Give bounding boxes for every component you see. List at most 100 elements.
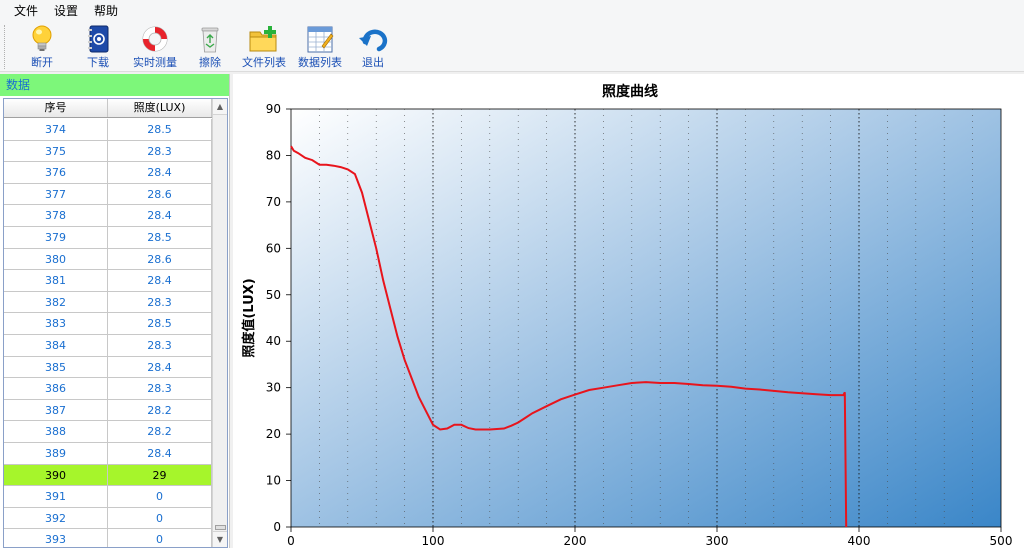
cell-illuminance: 28.3 bbox=[108, 334, 212, 356]
scroll-thumb[interactable] bbox=[215, 525, 226, 530]
cell-sequence: 393 bbox=[4, 529, 108, 547]
column-header-sequence[interactable]: 序号 bbox=[4, 99, 108, 117]
grid-header: 序号 照度(LUX) bbox=[4, 99, 227, 118]
cell-illuminance: 0 bbox=[108, 507, 212, 529]
cell-illuminance: 28.4 bbox=[108, 162, 212, 183]
table-row[interactable]: 391 0 bbox=[4, 486, 212, 508]
y-axis-label: 照度值(LUX) bbox=[241, 278, 257, 357]
data-list-button[interactable]: 数据列表 bbox=[292, 22, 348, 70]
cell-illuminance: 28.2 bbox=[108, 421, 212, 442]
cell-sequence: 383 bbox=[4, 313, 108, 334]
scroll-down-icon[interactable]: ▼ bbox=[213, 531, 227, 547]
table-row[interactable]: 384 28.3 bbox=[4, 334, 212, 357]
y-tick-label: 40 bbox=[266, 334, 281, 348]
cell-illuminance: 0 bbox=[108, 486, 212, 507]
y-tick-label: 90 bbox=[266, 102, 281, 116]
table-row[interactable]: 377 28.6 bbox=[4, 183, 212, 206]
table-row[interactable]: 393 0 bbox=[4, 529, 212, 547]
table-row[interactable]: 388 28.2 bbox=[4, 421, 212, 443]
cell-sequence: 390 bbox=[4, 464, 108, 486]
menu-help[interactable]: 帮助 bbox=[86, 0, 126, 22]
cell-illuminance: 29 bbox=[108, 464, 212, 486]
table-row[interactable]: 390 29 bbox=[4, 464, 212, 487]
vertical-scrollbar[interactable]: ▲ ▼ bbox=[212, 99, 227, 547]
table-row[interactable]: 380 28.6 bbox=[4, 248, 212, 271]
toolbar-grip[interactable] bbox=[4, 25, 10, 69]
cell-illuminance: 28.5 bbox=[108, 226, 212, 248]
data-panel: 数据 序号 照度(LUX) 374 28.5 375 28.3 376 28.4 377 28… bbox=[0, 74, 230, 548]
exit-label: 退出 bbox=[362, 56, 384, 69]
table-row[interactable]: 392 0 bbox=[4, 507, 212, 530]
cell-illuminance: 28.4 bbox=[108, 356, 212, 378]
cell-illuminance: 28.4 bbox=[108, 205, 212, 226]
table-row[interactable]: 376 28.4 bbox=[4, 162, 212, 184]
cell-sequence: 387 bbox=[4, 399, 108, 421]
cell-illuminance: 28.3 bbox=[108, 378, 212, 399]
file-list-label: 文件列表 bbox=[242, 56, 286, 69]
cell-sequence: 385 bbox=[4, 356, 108, 378]
cell-illuminance: 28.6 bbox=[108, 248, 212, 270]
table-row[interactable]: 379 28.5 bbox=[4, 226, 212, 249]
menu-bar: 文件 设置 帮助 bbox=[0, 0, 1024, 22]
file-list-button[interactable]: 文件列表 bbox=[236, 22, 292, 70]
cell-sequence: 382 bbox=[4, 291, 108, 313]
cell-sequence: 378 bbox=[4, 205, 108, 226]
download-button[interactable]: 下载 bbox=[70, 22, 126, 70]
cell-illuminance: 28.4 bbox=[108, 270, 212, 291]
y-tick-label: 30 bbox=[266, 381, 281, 395]
cell-sequence: 381 bbox=[4, 270, 108, 291]
cell-sequence: 376 bbox=[4, 162, 108, 183]
cell-illuminance: 28.5 bbox=[108, 313, 212, 334]
y-tick-label: 80 bbox=[266, 148, 281, 162]
table-row[interactable]: 383 28.5 bbox=[4, 313, 212, 335]
table-row[interactable]: 375 28.3 bbox=[4, 140, 212, 163]
y-tick-label: 70 bbox=[266, 195, 281, 209]
x-tick-label: 300 bbox=[706, 534, 729, 548]
cell-illuminance: 28.4 bbox=[108, 442, 212, 464]
table-row[interactable]: 389 28.4 bbox=[4, 442, 212, 465]
column-header-illuminance[interactable]: 照度(LUX) bbox=[108, 99, 212, 117]
realtime-measure-button[interactable]: 实时测量 bbox=[126, 22, 184, 70]
x-tick-label: 0 bbox=[287, 534, 295, 548]
table-row[interactable]: 387 28.2 bbox=[4, 399, 212, 422]
table-row[interactable]: 385 28.4 bbox=[4, 356, 212, 379]
chart-panel: 照度曲线 0 10 20 30 40 50 60 70 80 90 0 100 200 300 400 50… bbox=[233, 74, 1024, 548]
lightbulb-icon bbox=[32, 25, 52, 51]
table-row[interactable]: 386 28.3 bbox=[4, 378, 212, 400]
table-row[interactable]: 378 28.4 bbox=[4, 205, 212, 227]
y-axis: 0 10 20 30 40 50 60 70 80 90 bbox=[266, 102, 291, 534]
y-tick-label: 10 bbox=[266, 474, 281, 488]
illuminance-chart: 照度曲线 0 10 20 30 40 50 60 70 80 90 0 100 200 300 400 50… bbox=[241, 83, 1012, 548]
data-grid[interactable]: 序号 照度(LUX) 374 28.5 375 28.3 376 28.4 377 28.6 3… bbox=[3, 98, 228, 548]
scroll-up-icon[interactable]: ▲ bbox=[213, 99, 227, 115]
erase-button[interactable]: 擦除 bbox=[184, 22, 236, 70]
chart-title: 照度曲线 bbox=[602, 83, 658, 100]
cell-sequence: 384 bbox=[4, 334, 108, 356]
data-list-label: 数据列表 bbox=[298, 56, 342, 69]
menu-settings[interactable]: 设置 bbox=[46, 0, 86, 22]
erase-label: 擦除 bbox=[199, 56, 221, 69]
cell-illuminance: 28.3 bbox=[108, 140, 212, 162]
table-row[interactable]: 382 28.3 bbox=[4, 291, 212, 314]
data-panel-title: 数据 bbox=[0, 74, 229, 96]
cell-sequence: 374 bbox=[4, 119, 108, 140]
y-tick-label: 50 bbox=[266, 288, 281, 302]
grid-body: 374 28.5 375 28.3 376 28.4 377 28.6 378 28.4 379 28… bbox=[4, 119, 212, 547]
cell-sequence: 386 bbox=[4, 378, 108, 399]
cell-sequence: 391 bbox=[4, 486, 108, 507]
disconnect-label: 断开 bbox=[31, 56, 53, 69]
x-axis: 0 100 200 300 400 500 bbox=[287, 527, 1012, 548]
cell-sequence: 388 bbox=[4, 421, 108, 442]
toolbar: 断开 下载 实时测量 擦除 文件列表 数据列表 退出 bbox=[0, 22, 1024, 72]
cell-sequence: 389 bbox=[4, 442, 108, 464]
cell-illuminance: 28.6 bbox=[108, 183, 212, 205]
disconnect-button[interactable]: 断开 bbox=[14, 22, 70, 70]
exit-button[interactable]: 退出 bbox=[348, 22, 398, 70]
y-tick-label: 60 bbox=[266, 241, 281, 255]
cell-sequence: 375 bbox=[4, 140, 108, 162]
y-tick-label: 0 bbox=[273, 520, 281, 534]
folder-add-icon bbox=[249, 26, 277, 52]
table-row[interactable]: 374 28.5 bbox=[4, 119, 212, 141]
table-row[interactable]: 381 28.4 bbox=[4, 270, 212, 292]
menu-file[interactable]: 文件 bbox=[6, 0, 46, 22]
